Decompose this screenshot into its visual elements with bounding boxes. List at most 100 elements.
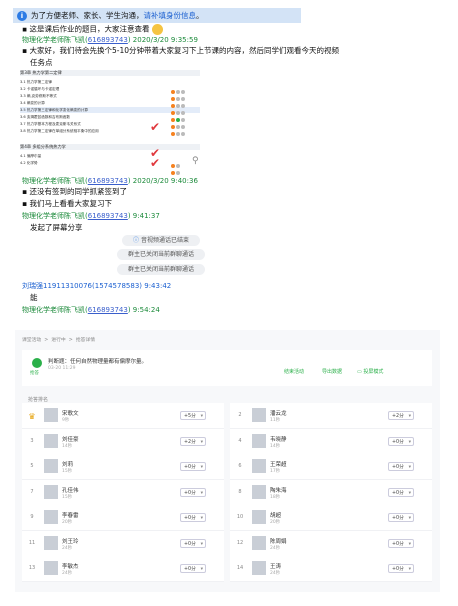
score-dropdown[interactable]: +0分 bbox=[388, 462, 414, 472]
export-data-button[interactable]: 导出数据 bbox=[322, 368, 342, 375]
chat-message: ▪ 这是课后作业的题目，大家注意查看 bbox=[22, 24, 163, 35]
ranking-row: ♛ 宋歌文 9秒 +5分 bbox=[22, 403, 224, 429]
ranking-row: 6 王荣超 17秒 +0分 bbox=[230, 454, 432, 480]
rank-number: 10 bbox=[236, 514, 244, 520]
score-dropdown[interactable]: +0分 bbox=[388, 564, 414, 574]
avatar bbox=[44, 535, 58, 550]
chat-sender: 刘瑞强11911310076(1574578583) 9:43:42 bbox=[22, 282, 172, 290]
chat-sender: 物理化学老师陈飞凯(616893743) 9:54:24 bbox=[22, 306, 160, 314]
score-dropdown[interactable]: +0分 bbox=[180, 513, 206, 523]
rank-number: 4 bbox=[238, 437, 242, 444]
magnifier-icon: ⚲ bbox=[192, 156, 199, 166]
red-check-mark-icon: ✔ bbox=[150, 120, 161, 134]
rank-number: 14 bbox=[236, 565, 244, 571]
question-card: 抢答 判断题：任何自然物理量都有偏摩尔量。 03-20 11:29 结束活动 导… bbox=[22, 350, 432, 386]
breadcrumb: 课堂活动 > 进行中 > 抢答详情 bbox=[22, 338, 96, 343]
avatar bbox=[252, 484, 266, 499]
avatar bbox=[252, 459, 266, 473]
avatar bbox=[44, 561, 58, 575]
rank-label: 抢答排名 bbox=[28, 397, 49, 403]
answer-time: 9秒 bbox=[62, 418, 70, 423]
score-dropdown[interactable]: +0分 bbox=[180, 564, 206, 574]
answer-time: 14秒 bbox=[62, 443, 73, 449]
chat-sender: 物理化学老师陈飞凯(616893743) 2020/3/20 9:35:59 bbox=[22, 36, 198, 44]
chat-message: ▪ 大家好，我们待会先换个5-10分钟带着大家复习下上节课的内容，然后同学们观看… bbox=[22, 46, 339, 55]
chat-sender: 物理化学老师陈飞凯(616893743) 9:41:37 bbox=[22, 212, 160, 220]
avatar bbox=[44, 459, 58, 473]
ranking-row: 7 孔佳伟 15秒 +0分 bbox=[22, 479, 224, 506]
ranking-grid: ♛宋歌文9秒+5分2潘云龙11秒+2分3刘佳豪14秒+2分4韦晓静14秒+0分5… bbox=[22, 403, 432, 583]
rank-number: 2 bbox=[238, 412, 242, 418]
projection-mode-button[interactable]: ▭ 投屏模式 bbox=[357, 368, 383, 375]
avatar bbox=[252, 408, 266, 422]
rank-number: 7 bbox=[30, 488, 34, 495]
ranking-row: 9 李春雷 20秒 +0分 bbox=[22, 505, 224, 531]
chat-message: 任务点 bbox=[30, 58, 53, 67]
score-dropdown[interactable]: +0分 bbox=[388, 513, 414, 523]
answer-time: 15秒 bbox=[62, 469, 73, 474]
avatar bbox=[44, 433, 58, 448]
answer-time: 24秒 bbox=[62, 545, 73, 551]
rank-number: 13 bbox=[28, 565, 36, 571]
ranking-row: 12 陈周娟 24秒 +0分 bbox=[230, 530, 432, 557]
student-name: 王涛 bbox=[270, 564, 282, 570]
notice-text: 为了方便老师、家长、学生沟通， bbox=[31, 11, 144, 20]
score-dropdown[interactable]: +2分 bbox=[180, 436, 206, 447]
answer-time: 24秒 bbox=[270, 571, 281, 576]
ranking-row: 2 潘云龙 11秒 +2分 bbox=[230, 403, 432, 429]
student-name: 刘佳豪 bbox=[62, 436, 79, 443]
score-dropdown[interactable]: +5分 bbox=[180, 411, 206, 421]
avatar bbox=[44, 408, 58, 422]
score-dropdown[interactable]: +0分 bbox=[180, 538, 206, 549]
score-dropdown[interactable]: +0分 bbox=[388, 436, 414, 447]
student-name: 宋歌文 bbox=[62, 411, 79, 417]
score-dropdown[interactable]: +2分 bbox=[388, 411, 414, 421]
red-check-mark-icon: ✔ bbox=[150, 156, 161, 170]
rank-number: 6 bbox=[238, 463, 242, 469]
ranking-row: 8 陶朱海 18秒 +0分 bbox=[230, 479, 432, 506]
task-status-column bbox=[170, 79, 200, 175]
question-text: 判断题：任何自然物理量都有偏摩尔量。 bbox=[48, 359, 148, 365]
answer-time: 18秒 bbox=[270, 494, 281, 500]
answer-time: 24秒 bbox=[270, 545, 281, 551]
score-dropdown[interactable]: +0分 bbox=[388, 538, 414, 549]
answer-time: 14秒 bbox=[270, 443, 281, 449]
score-dropdown[interactable]: +0分 bbox=[180, 487, 206, 498]
rank-number: 5 bbox=[30, 463, 34, 469]
end-activity-button[interactable]: 结束活动 bbox=[284, 368, 304, 375]
answer-time: 20秒 bbox=[62, 520, 73, 525]
student-name: 陶朱海 bbox=[270, 487, 287, 494]
student-name: 韦晓静 bbox=[270, 436, 287, 443]
student-name: 刘莉 bbox=[62, 462, 74, 468]
group-call-closed-notice: 群主已关闭当前群聊通话 bbox=[117, 264, 205, 275]
student-name: 潘云龙 bbox=[270, 411, 287, 417]
avatar bbox=[252, 433, 266, 448]
score-dropdown[interactable]: +0分 bbox=[388, 487, 414, 498]
student-name: 李春雷 bbox=[62, 513, 79, 519]
chat-message: ▪ 我们马上看看大家复习下 bbox=[22, 199, 112, 208]
avatar bbox=[252, 510, 266, 524]
ranking-row: 11 刘王玲 24秒 +0分 bbox=[22, 530, 224, 557]
chat-message: ▪ 还没有签到的同学抓紧签到了 bbox=[22, 187, 127, 196]
ranking-row: 13 李敏杰 24秒 +0分 bbox=[22, 556, 224, 582]
quick-answer-icon bbox=[32, 358, 42, 368]
ranking-row: 10 胡超 20秒 +0分 bbox=[230, 505, 432, 531]
ranking-row: 14 王涛 24秒 +0分 bbox=[230, 556, 432, 582]
student-name: 李敏杰 bbox=[62, 564, 79, 570]
answer-time: 20秒 bbox=[270, 520, 281, 525]
answer-time: 24秒 bbox=[62, 571, 73, 576]
rank-number: 3 bbox=[30, 437, 34, 444]
answer-time: 11秒 bbox=[270, 418, 281, 423]
ranking-row: 5 刘莉 15秒 +0分 bbox=[22, 454, 224, 480]
answer-time: 17秒 bbox=[270, 469, 281, 474]
chat-message: 能 bbox=[30, 293, 38, 302]
rank-number: 9 bbox=[30, 514, 34, 520]
identity-notice-bar: i 为了方便老师、家长、学生沟通，请补填身份信息。 bbox=[13, 8, 301, 23]
call-ended-notice: ⓘ 音视频通话已结束 bbox=[122, 235, 200, 246]
rank-number: 8 bbox=[238, 488, 242, 495]
avatar bbox=[252, 535, 266, 550]
student-name: 王荣超 bbox=[270, 462, 287, 468]
score-dropdown[interactable]: +0分 bbox=[180, 462, 206, 472]
fill-identity-link[interactable]: 请补填身份信息 bbox=[144, 11, 197, 20]
ranking-row: 4 韦晓静 14秒 +0分 bbox=[230, 428, 432, 455]
